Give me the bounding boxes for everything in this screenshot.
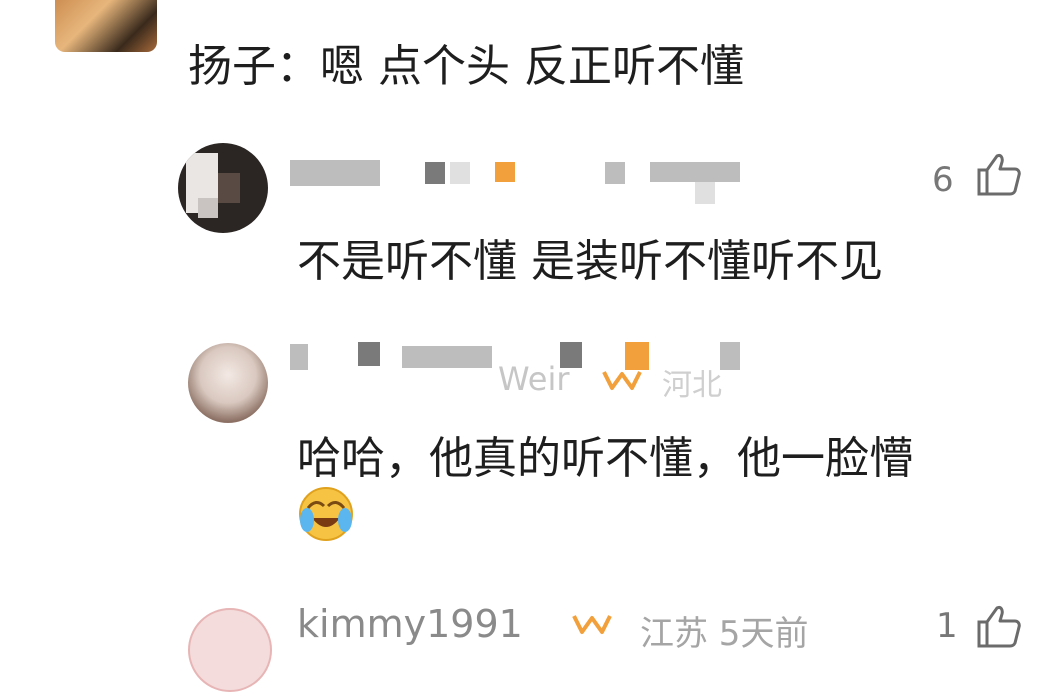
avatar[interactable] bbox=[178, 143, 268, 233]
avatar[interactable] bbox=[55, 0, 157, 52]
thumbs-up-icon[interactable] bbox=[975, 152, 1021, 196]
vip-badge-icon bbox=[572, 612, 612, 636]
location-fragment: 河北 bbox=[662, 368, 722, 403]
comment-content: 不是听不懂 是装听不懂听不见 bbox=[297, 236, 883, 287]
laughing-crying-emoji bbox=[298, 486, 354, 542]
username-fragment: Weir bbox=[498, 360, 570, 398]
location-time: 江苏 5天前 bbox=[640, 614, 809, 654]
like-count: 6 bbox=[932, 160, 954, 200]
thumbs-up-icon[interactable] bbox=[975, 604, 1021, 648]
username[interactable]: kimmy1991 bbox=[297, 602, 523, 646]
vip-badge-icon bbox=[602, 368, 642, 392]
like-count: 1 bbox=[936, 606, 958, 646]
username-blurred[interactable] bbox=[290, 342, 1020, 392]
top-comment-header-cutoff bbox=[190, 0, 1010, 8]
comment-content: 哈哈，他真的听不懂，他一脸懵 bbox=[297, 433, 913, 484]
username-blurred[interactable] bbox=[290, 160, 750, 210]
avatar[interactable] bbox=[188, 343, 268, 423]
avatar[interactable] bbox=[188, 608, 272, 692]
comment-content: 扬子：嗯 点个头 反正听不懂 bbox=[188, 41, 744, 92]
